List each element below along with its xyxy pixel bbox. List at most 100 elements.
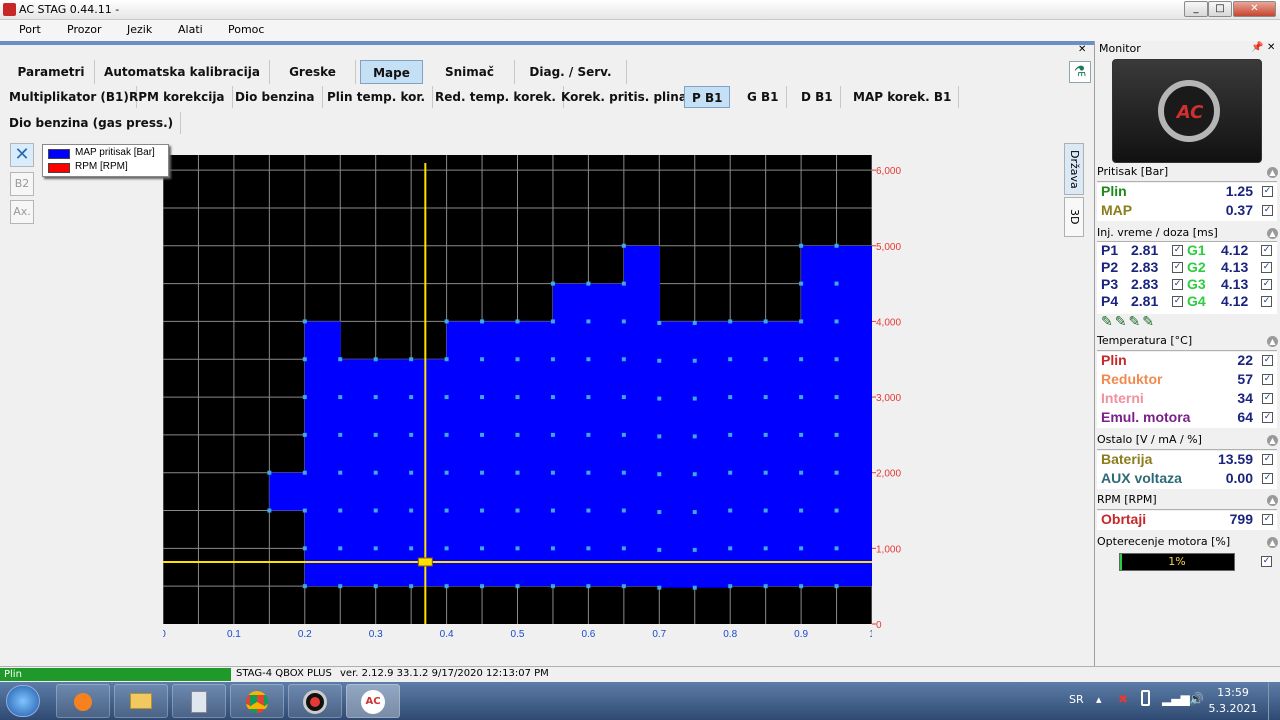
aux-voltaza-checkbox[interactable]: ✓ [1262,473,1273,484]
tab-plin-temp-kor[interactable]: Plin temp. kor. [320,86,434,108]
inj-g-checkbox[interactable]: ✓ [1261,245,1272,256]
temp-plin-checkbox[interactable]: ✓ [1262,355,1273,366]
collapse-ostalo-icon[interactable]: ▲ [1267,435,1278,446]
map-cell [304,321,341,587]
temp-emul-motora-checkbox[interactable]: ✓ [1262,412,1273,423]
menu-port[interactable]: Port [19,23,41,36]
injector-settings-icon[interactable]: ⚗ [1069,61,1091,83]
map-chart[interactable] [163,155,872,624]
taskbar-explorer-icon[interactable] [114,684,168,718]
monitor-title: Monitor [1099,42,1141,55]
b2-button[interactable]: B2 [10,172,34,196]
close-panel-icon[interactable]: ✕ [1078,44,1086,55]
taskbar-language[interactable]: SR [1069,693,1084,706]
inj-p-checkbox[interactable]: ✓ [1172,279,1183,290]
temp-interni-checkbox[interactable]: ✓ [1262,393,1273,404]
tab-d-b1[interactable]: D B1 [794,86,841,108]
collapse-inj-icon[interactable]: ▲ [1267,228,1278,239]
plin-pressure-checkbox[interactable]: ✓ [1262,186,1273,197]
baterija-label: Baterija [1101,451,1153,467]
opterecenje-checkbox[interactable]: ✓ [1261,556,1272,567]
tab-multiplikator[interactable]: Multiplikator (B1) [2,86,137,108]
tab-map-korek-b1[interactable]: MAP korek. B1 [846,86,960,108]
taskbar-calculator-icon[interactable] [172,684,226,718]
pritisak-header: Pritisak [Bar] [1097,165,1169,178]
taskbar-time[interactable]: 13:59 [1210,686,1256,699]
tab-dio-benzina-gas-press[interactable]: Dio benzina (gas press.) [2,112,182,134]
temp-reduktor-checkbox[interactable]: ✓ [1262,374,1273,385]
map-point [621,432,626,437]
taskbar-date[interactable]: 5.3.2021 [1206,702,1260,715]
taskbar-record-icon[interactable] [288,684,342,718]
minimize-button[interactable]: _ [1184,1,1208,17]
map-point [338,470,343,475]
map-cell [269,472,306,511]
tab-red-temp-korek[interactable]: Red. temp. korek. [428,86,564,108]
row-aux-voltaza: AUX voltaza 0.00 ✓ [1097,470,1277,489]
inj-g-checkbox[interactable]: ✓ [1261,262,1272,273]
window-title: AC STAG 0.44.11 - [19,3,120,16]
collapse-temperatura-icon[interactable]: ▲ [1267,336,1278,347]
inj-p-checkbox[interactable]: ✓ [1172,262,1183,273]
maximize-button[interactable]: □ [1208,1,1232,17]
start-button[interactable] [6,685,40,717]
tab-diag-serv[interactable]: Diag. / Serv. [515,60,627,84]
y-tick-label: 0 [876,620,882,631]
tab-snimac[interactable]: Snimač [425,60,515,84]
signal-icon[interactable]: ▂▄▆ [1162,692,1190,706]
collapse-pritisak-icon[interactable]: ▲ [1267,167,1278,178]
map-point [657,547,662,552]
menu-alati[interactable]: Alati [178,23,203,36]
tab-dio-benzina[interactable]: Dio benzina [228,86,323,108]
map-point [586,395,591,400]
tab-p-b1[interactable]: P B1 [684,86,731,108]
taskbar-media-icon[interactable] [56,684,110,718]
volume-icon[interactable]: 🔊 [1189,692,1204,706]
inj-p-checkbox[interactable]: ✓ [1172,296,1183,307]
tab-mape[interactable]: Mape [360,60,423,84]
taskbar-acstag-icon[interactable]: AC [346,684,400,718]
inj-p-value: 2.81 [1131,242,1159,258]
zoom-reset-icon[interactable]: ✕ [10,143,34,167]
network-icon[interactable]: ✖ [1118,692,1128,706]
y-tick-label: 3,000 [876,393,901,404]
map-point [728,546,733,551]
map-pressure-checkbox[interactable]: ✓ [1262,205,1273,216]
taskbar-chrome-icon[interactable] [230,684,284,718]
row-temp-emul-motora: Emul. motora 64 ✓ [1097,409,1277,428]
tab-g-b1[interactable]: G B1 [740,86,787,108]
tab-korek-pritis-plina[interactable]: Korek. pritis. plina [554,86,695,108]
menu-jezik[interactable]: Jezik [127,23,152,36]
map-point [586,508,591,513]
collapse-rpm-icon[interactable]: ▲ [1267,495,1278,506]
inj-p-checkbox[interactable]: ✓ [1172,245,1183,256]
menu-prozor[interactable]: Prozor [67,23,101,36]
close-button[interactable]: ✕ [1233,1,1276,17]
map-point [302,546,307,551]
axis-button[interactable]: Ax. [10,200,34,224]
baterija-checkbox[interactable]: ✓ [1262,454,1273,465]
map-point [763,546,768,551]
inj-g-checkbox[interactable]: ✓ [1261,296,1272,307]
tab-parametri[interactable]: Parametri [8,60,95,84]
pin-icon[interactable]: 📌 [1251,42,1263,53]
map-point [480,584,485,589]
tab-3d[interactable]: 3D [1064,197,1084,237]
map-point [586,319,591,324]
inj-p-value: 2.81 [1131,293,1159,309]
tab-drzava[interactable]: Država [1064,143,1084,195]
menu-pomoc[interactable]: Pomoc [228,23,264,36]
tab-automatska-kalibracija[interactable]: Automatska kalibracija [95,60,270,84]
tab-rpm-korekcija[interactable]: RPM korekcija [122,86,233,108]
tray-arrow-icon[interactable]: ▴ [1096,693,1102,706]
collapse-opterecenje-icon[interactable]: ▲ [1267,537,1278,548]
tab-greske[interactable]: Greske [270,60,356,84]
map-point [834,470,839,475]
map-point [550,508,555,513]
battery-icon[interactable] [1141,690,1150,706]
monitor-close-icon[interactable]: ✕ [1267,42,1275,53]
obrtaji-checkbox[interactable]: ✓ [1262,514,1273,525]
inj-g-checkbox[interactable]: ✓ [1261,279,1272,290]
map-point [692,396,697,401]
show-desktop-button[interactable] [1268,682,1280,720]
